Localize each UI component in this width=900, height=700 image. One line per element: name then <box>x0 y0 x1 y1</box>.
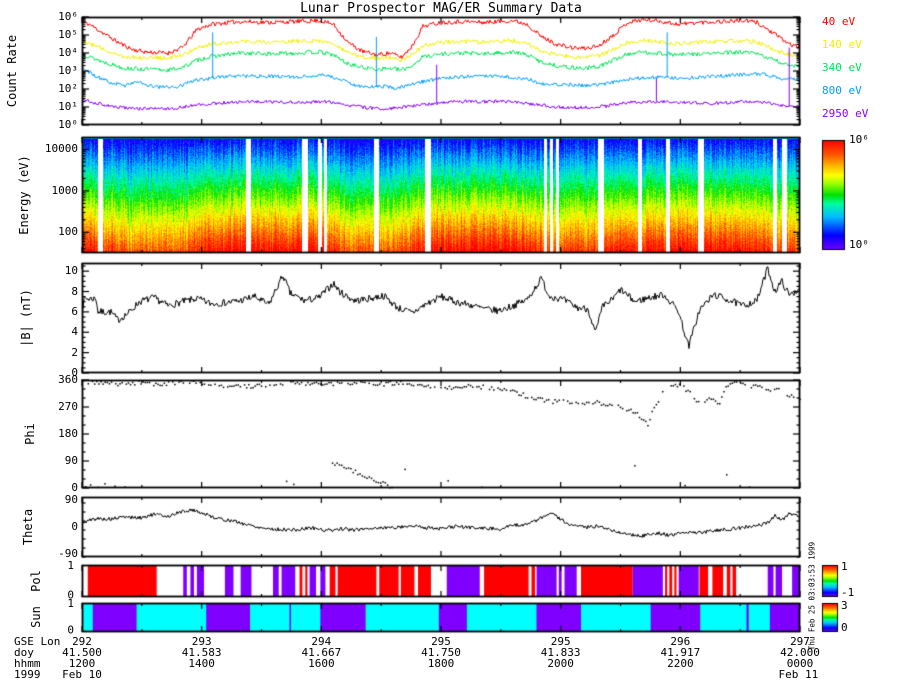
x-tick-label-hhmm: 2200 <box>667 657 694 670</box>
x-tick-label-hhmm: 2000 <box>547 657 574 670</box>
y-tick-label-energy: 100 <box>58 225 78 239</box>
y-tick-label-phi: 270 <box>58 399 78 413</box>
legend-item-40ev: 40 eV <box>822 15 856 28</box>
y-tick-label-count-rate: 10⁶ <box>58 9 78 23</box>
x-tick-label-hhmm: 1400 <box>188 657 215 670</box>
y-tick-label-count-rate: 10¹ <box>58 99 78 113</box>
colorbar-pol-top-label: 1 <box>841 560 848 573</box>
y-tick-label-bmag: 10 <box>64 263 78 277</box>
y-axis-label-sun: Sun <box>29 606 43 628</box>
y-tick-label-pol: 1 <box>67 559 74 573</box>
y-axis-label-energy: Energy (eV) <box>17 155 31 235</box>
y-tick-label-theta: -90 <box>58 546 78 560</box>
colorbar-main-bottom-label: 10⁰ <box>849 238 869 251</box>
colorbar-pol-bottom-label: -1 <box>841 586 855 599</box>
y-tick-label-theta: 90 <box>64 492 78 506</box>
y-axis-label-pol: Pol <box>29 570 43 592</box>
y-tick-label-phi: 360 <box>58 372 78 386</box>
legend-item-140ev: 140 eV <box>822 38 862 51</box>
y-tick-label-energy: 10000 <box>44 142 78 156</box>
y-tick-label-energy: 1000 <box>51 183 79 197</box>
y-tick-label-count-rate: 10² <box>58 81 78 95</box>
y-tick-label-count-rate: 10³ <box>58 63 78 77</box>
y-tick-label-phi: 90 <box>64 453 78 467</box>
y-tick-label-count-rate: 10⁰ <box>58 117 78 131</box>
plots-canvas <box>0 0 900 700</box>
colorbar-sun-bottom-label: 0 <box>841 621 848 634</box>
colorbar-main-top-label: 10⁶ <box>849 133 869 146</box>
x-tick-label-date: Feb 10 <box>62 668 102 681</box>
lunar-prospector-summary-figure: Lunar Prospector MAG/ER Summary Data Cou… <box>0 0 900 700</box>
y-tick-label-bmag: 8 <box>71 284 78 298</box>
plot-timestamp: Thu Feb 25 03:03:53 1999 <box>807 541 817 651</box>
y-axis-label-theta: Theta <box>21 508 35 546</box>
colorbar-sun-top-label: 3 <box>841 599 848 612</box>
y-tick-label-bmag: 4 <box>71 325 78 339</box>
x-tick-label-date: Feb 11 <box>778 668 819 681</box>
x-tick-label-hhmm: 1600 <box>308 657 335 670</box>
page-title: Lunar Prospector MAG/ER Summary Data <box>300 1 582 16</box>
y-tick-label-count-rate: 10⁵ <box>58 27 78 41</box>
y-axis-label-phi: Phi <box>23 423 37 445</box>
x-tick-label-hhmm: 1800 <box>427 657 455 670</box>
y-tick-label-count-rate: 10⁴ <box>58 45 78 59</box>
y-tick-label-bmag: 6 <box>71 304 78 318</box>
y-tick-label-sun: 1 <box>67 597 74 611</box>
legend-item-2950ev: 2950 eV <box>822 107 869 120</box>
y-tick-label-theta: 0 <box>71 519 78 533</box>
y-axis-label-count-rate: Count Rate <box>5 34 19 108</box>
y-tick-label-bmag: 2 <box>71 345 78 359</box>
legend-item-340ev: 340 eV <box>822 61 862 74</box>
y-axis-label-bmag: |B| (nT) <box>19 289 33 347</box>
x-axis-row-label-year: 1999 <box>14 668 41 681</box>
y-tick-label-phi: 180 <box>58 426 78 440</box>
legend-item-800ev: 800 eV <box>822 84 862 97</box>
